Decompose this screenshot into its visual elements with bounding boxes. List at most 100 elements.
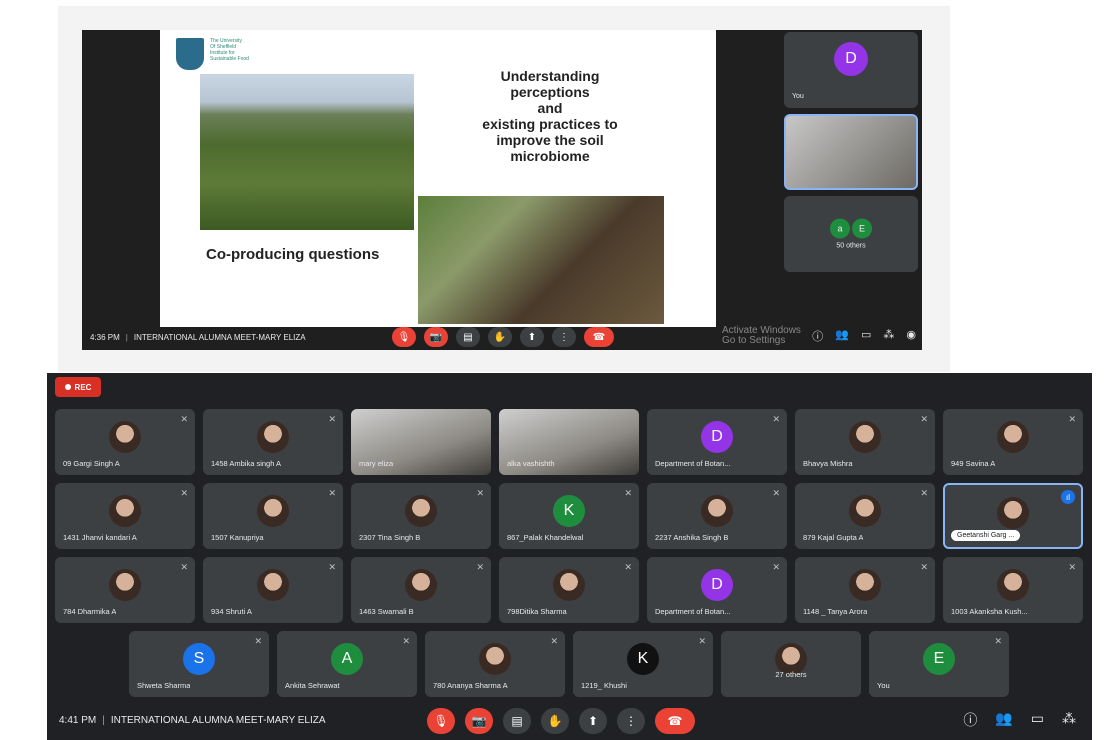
avatar: a: [830, 218, 850, 239]
mic-off-icon: ✕: [180, 562, 188, 572]
participant-tile[interactable]: ✕ 879 Kajal Gupta A: [795, 483, 935, 549]
participant-tile[interactable]: ✕ 2237 Anshika Singh B: [647, 483, 787, 549]
top-participant-tiles: D You a E 50 others: [784, 32, 918, 278]
chat-icon[interactable]: ▭: [1031, 710, 1044, 730]
camera-off-button[interactable]: 📷: [465, 708, 493, 734]
participant-tile[interactable]: ✕ 1463 Swarnali B: [351, 557, 491, 623]
people-icon[interactable]: 👥: [835, 328, 849, 344]
avatar: [479, 643, 511, 675]
info-icon[interactable]: ⓘ: [963, 710, 977, 730]
participant-tile[interactable]: ✕ Bhavya Mishra: [795, 409, 935, 475]
chat-icon[interactable]: ▭: [861, 328, 871, 344]
others-tile[interactable]: a E 50 others: [784, 196, 918, 272]
host-controls-icon[interactable]: ◉: [906, 328, 916, 344]
participant-tile[interactable]: ✕ 934 Shruti A: [203, 557, 343, 623]
participant-name: 1148 _ Tanya Arora: [803, 607, 868, 616]
participant-tile-video[interactable]: mary eliza: [351, 409, 491, 475]
mic-off-icon: ✕: [180, 488, 188, 498]
participant-tile[interactable]: ✕ 2307 Tina Singh B: [351, 483, 491, 549]
participant-name: 798Ditika Sharma: [507, 607, 567, 616]
participant-name: You: [877, 681, 890, 690]
leave-call-button[interactable]: ☎: [655, 708, 695, 734]
meeting-time: 4:41 PM: [59, 714, 97, 726]
recording-badge: REC: [55, 377, 101, 397]
avatar: E: [923, 643, 955, 675]
participant-tile[interactable]: D ✕ Department of Botan...: [647, 409, 787, 475]
participant-tile[interactable]: D ✕ Department of Botan...: [647, 557, 787, 623]
participant-tile[interactable]: K ✕ 1219_ Khushi: [573, 631, 713, 697]
participant-tile[interactable]: ✕ 780 Ananya Sharma A: [425, 631, 565, 697]
participant-name: 2307 Tina Singh B: [359, 533, 421, 542]
raise-hand-button[interactable]: ✋: [541, 708, 569, 734]
participant-tile[interactable]: ✕ 1507 Kanupriya: [203, 483, 343, 549]
participant-row: ✕ 784 Dharmika A ✕ 934 Shruti A ✕ 1463 Swar…: [55, 557, 1083, 623]
slide-title: Understanding perceptions and existing p…: [482, 68, 618, 164]
participant-tile[interactable]: ✕ 09 Gargi Singh A: [55, 409, 195, 475]
participant-tile-self[interactable]: E ✕ You: [869, 631, 1009, 697]
participant-tile[interactable]: ✕ 1148 _ Tanya Arora: [795, 557, 935, 623]
participant-tile-speaking[interactable]: ıl Geetanshi Garg ...: [943, 483, 1083, 549]
participant-name: 780 Ananya Sharma A: [433, 681, 508, 690]
participant-row: S ✕ Shweta Sharma A ✕ Ankita Sehrawat ✕ 780 A…: [129, 631, 1009, 697]
activities-icon[interactable]: ⁂: [883, 328, 894, 344]
participant-name: 1431 Jhanvi kandari A: [63, 533, 137, 542]
participant-name: 1458 Ambika singh A: [211, 459, 282, 468]
present-button[interactable]: ⬆: [520, 327, 544, 347]
avatar: [849, 569, 881, 601]
participant-tile-video[interactable]: alka vashishth: [499, 409, 639, 475]
avatar: [849, 495, 881, 527]
avatar: [405, 495, 437, 527]
participant-name: Department of Botan...: [655, 607, 731, 616]
meeting-title: INTERNATIONAL ALUMNA MEET-MARY ELIZA: [133, 332, 306, 342]
mic-off-icon: ✕: [328, 414, 336, 424]
avatar: E: [852, 218, 872, 239]
others-count: 50 others: [836, 242, 866, 250]
avatar: D: [701, 421, 733, 453]
top-control-bar: 4:36 PM | INTERNATIONAL ALUMNA MEET-MARY…: [82, 324, 922, 350]
mic-off-icon: ✕: [1068, 414, 1076, 424]
participant-tile-video[interactable]: [784, 114, 918, 190]
participant-tile[interactable]: A ✕ Ankita Sehrawat: [277, 631, 417, 697]
participant-tile[interactable]: K ✕ 867_Palak Khandelwal: [499, 483, 639, 549]
mic-off-icon: ✕: [772, 414, 780, 424]
mic-off-icon: ✕: [1068, 562, 1076, 572]
captions-button[interactable]: ▤: [456, 327, 480, 347]
participant-tile[interactable]: ✕ 798Ditika Sharma: [499, 557, 639, 623]
more-options-button[interactable]: ⋮: [617, 708, 645, 734]
captions-button[interactable]: ▤: [503, 708, 531, 734]
participant-name: 934 Shruti A: [211, 607, 252, 616]
participant-tile[interactable]: ✕ 1431 Jhanvi kandari A: [55, 483, 195, 549]
mic-off-icon: ✕: [624, 488, 632, 498]
participant-name: 1507 Kanupriya: [211, 533, 264, 542]
mic-off-icon: ✕: [180, 414, 188, 424]
avatar: [109, 495, 141, 527]
info-icon[interactable]: ⓘ: [812, 328, 823, 344]
present-button[interactable]: ⬆: [579, 708, 607, 734]
others-tile[interactable]: 27 others: [721, 631, 861, 697]
mic-off-icon: ✕: [772, 562, 780, 572]
participant-row: ✕ 09 Gargi Singh A ✕ 1458 Ambika singh A m…: [55, 409, 1083, 475]
participant-tile[interactable]: D You: [784, 32, 918, 108]
raise-hand-button[interactable]: ✋: [488, 327, 512, 347]
camera-off-button[interactable]: 📷: [424, 327, 448, 347]
avatar: [257, 421, 289, 453]
slide-subtitle: Co-producing questions: [206, 246, 380, 263]
people-icon[interactable]: 👥: [995, 710, 1012, 730]
leave-call-button[interactable]: ☎: [584, 327, 614, 347]
avatar: [109, 421, 141, 453]
mic-off-button[interactable]: 🎙: [427, 708, 455, 734]
participant-tile[interactable]: ✕ 784 Dharmika A: [55, 557, 195, 623]
participant-name: 949 Savina A: [951, 459, 996, 468]
avatar: [257, 569, 289, 601]
participant-tile[interactable]: ✕ 949 Savina A: [943, 409, 1083, 475]
participant-tile[interactable]: S ✕ Shweta Sharma: [129, 631, 269, 697]
participant-name: 867_Palak Khandelwal: [507, 533, 584, 542]
participant-tile[interactable]: ✕ 1458 Ambika singh A: [203, 409, 343, 475]
participant-name-chip: Geetanshi Garg ...: [951, 530, 1021, 541]
mic-off-button[interactable]: 🎙: [392, 327, 416, 347]
mic-off-icon: ✕: [920, 488, 928, 498]
participant-tile[interactable]: ✕ 1003 Akanksha Kush...: [943, 557, 1083, 623]
mic-off-icon: ✕: [772, 488, 780, 498]
activities-icon[interactable]: ⁂: [1062, 710, 1076, 730]
more-options-button[interactable]: ⋮: [552, 327, 576, 347]
